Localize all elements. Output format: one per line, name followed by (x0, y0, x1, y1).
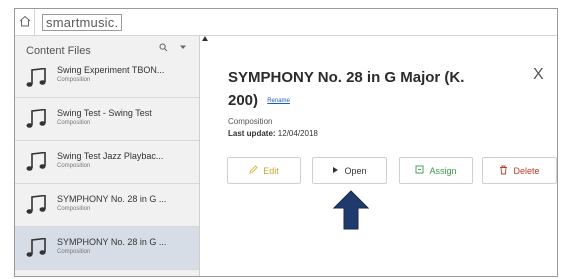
page-title: SYMPHONY No. 28 in G Major (K. 200) Rena… (228, 66, 468, 113)
chevron-down-icon[interactable] (179, 43, 187, 53)
list-item-title: Swing Test Jazz Playbac... (57, 151, 164, 161)
top-bar: smartmusic. (15, 9, 557, 36)
list-item-subtitle: Composition (57, 163, 91, 169)
list-item[interactable]: Swing Test Jazz Playbac... Composition (15, 141, 199, 184)
list-item-subtitle: Composition (57, 77, 91, 83)
close-icon: X (533, 66, 544, 83)
trash-icon (499, 165, 508, 177)
close-button[interactable]: X (533, 66, 544, 84)
rename-link[interactable]: Rename (267, 98, 290, 104)
assign-icon (415, 165, 424, 176)
list-item-subtitle: Composition (57, 206, 91, 212)
list-item-subtitle: Composition (57, 120, 91, 126)
search-icon[interactable] (159, 43, 168, 55)
sidebar-header: Content Files (15, 36, 199, 62)
list-item-title: Swing Experiment TBON... (57, 65, 165, 75)
music-note-icon (26, 237, 48, 263)
page-title-text: SYMPHONY No. 28 in G Major (K. 200) (228, 69, 465, 109)
open-button[interactable]: Open (312, 157, 387, 184)
home-icon (19, 14, 31, 32)
play-icon (332, 166, 339, 176)
delete-button[interactable]: Delete (482, 157, 557, 184)
list-item-title: Swing Test - Swing Test (57, 108, 152, 118)
app-window: smartmusic. Content Files Swing Experime… (14, 8, 558, 277)
list-item-title: SYMPHONY No. 28 in G ... (57, 237, 167, 247)
home-button[interactable] (15, 9, 35, 36)
sidebar-title: Content Files (26, 45, 91, 57)
scroll-up-icon[interactable] (202, 36, 208, 43)
music-note-icon (26, 151, 48, 177)
pencil-icon (249, 165, 258, 176)
arrow-up-icon (332, 190, 370, 230)
list-item[interactable]: Swing Test - Swing Test Composition (15, 98, 199, 141)
list-item-subtitle: Composition (57, 249, 91, 255)
file-list: Swing Experiment TBON... Composition Swing… (15, 62, 199, 270)
list-item[interactable]: SYMPHONY No. 28 in G ... Composition (15, 184, 199, 227)
last-update: Last update: 12/04/2018 (228, 129, 318, 138)
list-item[interactable]: Swing Experiment TBON... Composition (15, 62, 199, 98)
detail-panel: SYMPHONY No. 28 in G Major (K. 200) Rena… (205, 36, 557, 276)
music-note-icon (26, 108, 48, 134)
app-logo[interactable]: smartmusic. (42, 14, 123, 31)
edit-label: Edit (263, 165, 279, 176)
delete-label: Delete (513, 165, 540, 176)
content-files-sidebar: Content Files Swing Experiment TBON... Co… (15, 36, 200, 276)
list-item[interactable]: SYMPHONY No. 28 in G ... Composition (15, 227, 199, 270)
open-label: Open (344, 165, 367, 176)
music-note-icon (26, 67, 48, 93)
document-type: Composition (228, 117, 273, 126)
music-note-icon (26, 194, 48, 220)
edit-button[interactable]: Edit (227, 157, 301, 184)
assign-button[interactable]: Assign (399, 157, 473, 184)
last-update-value: 12/04/2018 (277, 129, 318, 138)
assign-label: Assign (429, 165, 457, 176)
list-item-title: SYMPHONY No. 28 in G ... (57, 194, 167, 204)
last-update-label: Last update: (228, 129, 276, 138)
